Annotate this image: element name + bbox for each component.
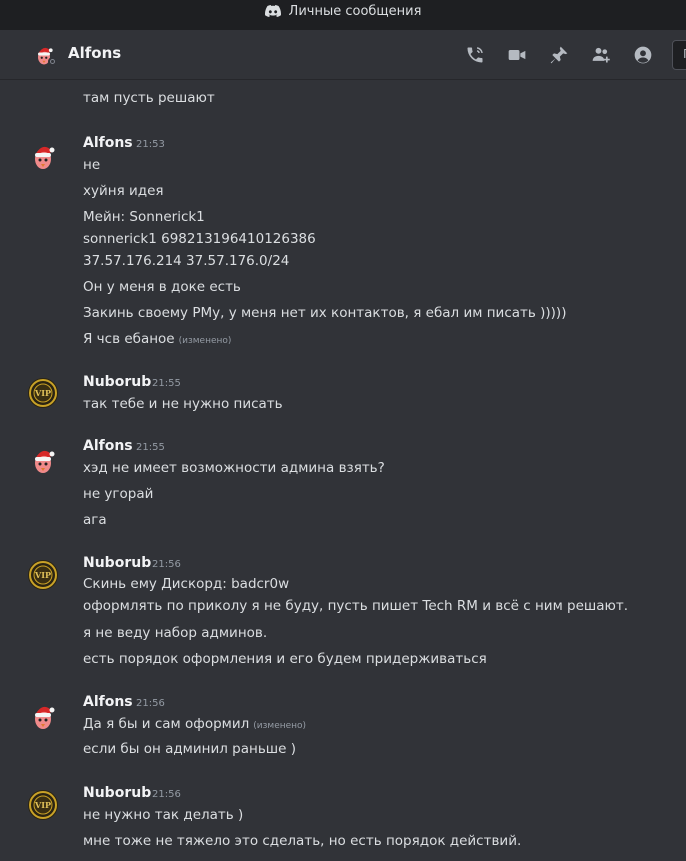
message-line: Да я бы и сам оформил (изменено): [83, 716, 306, 732]
message-timestamp: 21:56: [136, 698, 165, 709]
message-timestamp: 21:56: [152, 559, 181, 570]
message-author[interactable]: Alfons: [83, 438, 133, 454]
santa-bird-avatar[interactable]: [27, 139, 59, 171]
app-title-container: Личные сообщения: [0, 0, 686, 22]
message-line: Мейн: Sonnerick1: [83, 209, 205, 225]
message-timestamp: 21:55: [152, 378, 181, 389]
message-line: sonnerick1 698213196410126386: [83, 231, 316, 247]
user-profile-icon[interactable]: [632, 44, 654, 66]
message-line: не: [83, 157, 101, 173]
message-line: так тебе и не нужно писать: [83, 396, 283, 412]
message-line: хуйня идея: [83, 183, 164, 199]
message-line-partial: там пусть решают: [83, 90, 215, 106]
message-line: ага: [83, 512, 107, 528]
search-input[interactable]: П: [672, 40, 686, 70]
message-timestamp: 21:53: [136, 139, 165, 150]
add-friend-icon[interactable]: [590, 44, 612, 66]
message-line: мне тоже не тяжело это сделать, но есть …: [83, 833, 522, 849]
message-author[interactable]: Alfons: [83, 694, 133, 710]
message-author[interactable]: Nuborub: [83, 785, 151, 801]
message-text: Да я бы и сам оформил: [83, 716, 250, 732]
message-timestamp: 21:55: [136, 442, 165, 453]
santa-bird-avatar[interactable]: [27, 443, 59, 475]
message-line: Скинь ему Дискорд: badcr0w: [83, 576, 290, 592]
message-line: хэд не имеет возможности админа взять?: [83, 460, 385, 476]
message-author[interactable]: Alfons: [83, 135, 133, 151]
message-line: Он у меня в доке есть: [83, 279, 241, 295]
santa-bird-avatar[interactable]: [27, 699, 59, 731]
message-line: Закинь своему РМу, у меня нет их контакт…: [83, 305, 567, 321]
message-author[interactable]: Nuborub: [83, 374, 151, 390]
title-bar: Личные сообщения: [0, 0, 686, 30]
message-line: есть порядок оформления и его будем прид…: [83, 651, 487, 667]
message-line: если бы он админил раньше ): [83, 741, 297, 757]
message-text: Я чсв ебаное: [83, 331, 175, 347]
message-line: Я чсв ебаное (изменено): [83, 331, 231, 347]
message-line: не нужно так делать ): [83, 807, 244, 823]
edited-label: (изменено): [253, 721, 307, 731]
message-line: я не веду набор админов.: [83, 625, 268, 641]
message-author[interactable]: Nuborub: [83, 555, 151, 571]
edited-label: (изменено): [178, 336, 232, 346]
vip-badge-avatar[interactable]: [27, 377, 59, 409]
vip-badge-avatar[interactable]: [27, 559, 59, 591]
message-line: 37.57.176.214 37.57.176.0/24: [83, 253, 290, 269]
phone-call-icon[interactable]: [464, 44, 486, 66]
channel-header: Alfons: [0, 30, 686, 80]
message-line: не угорай: [83, 486, 154, 502]
video-call-icon[interactable]: [506, 44, 528, 66]
discord-logo-icon: [264, 5, 281, 17]
app-title: Личные сообщения: [288, 3, 422, 19]
pin-icon[interactable]: [548, 44, 570, 66]
message-line: оформлять по приколу я не буду, пусть пи…: [83, 598, 629, 614]
message-list: там пусть решают Alfons 21:53 не хуйня и…: [0, 80, 686, 861]
vip-badge-avatar[interactable]: [27, 789, 59, 821]
header-username[interactable]: Alfons: [68, 44, 121, 62]
status-indicator-icon: [48, 57, 57, 66]
message-timestamp: 21:56: [152, 789, 181, 800]
